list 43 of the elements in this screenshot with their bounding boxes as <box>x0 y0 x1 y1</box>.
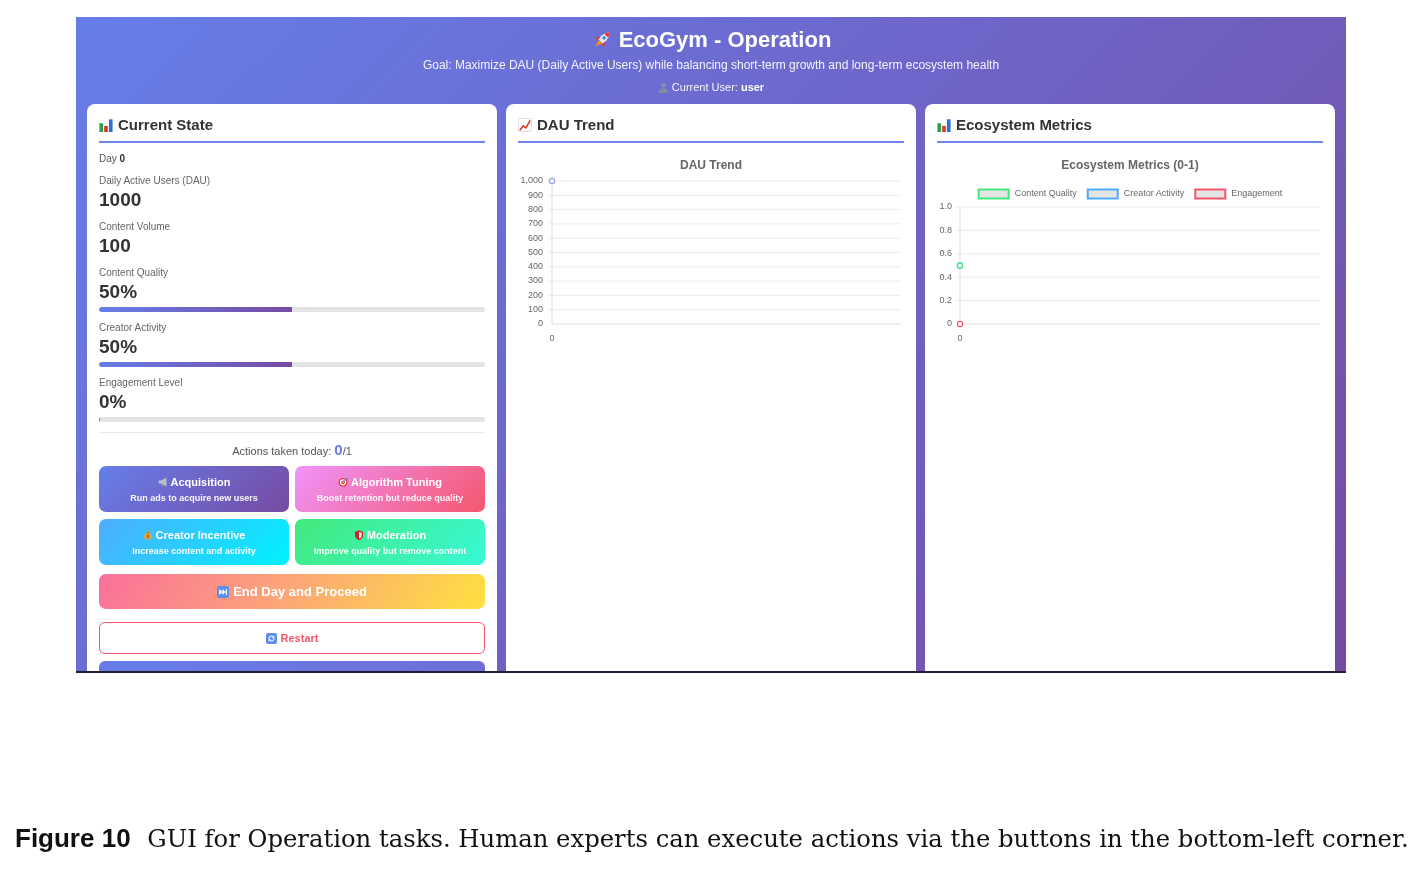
axis-tick-label: 0.8 <box>939 224 952 235</box>
axis-tick-label: 700 <box>527 218 543 229</box>
panel-title: Current State <box>118 116 214 134</box>
metric-value: 0% <box>99 391 127 413</box>
axis-tick-label: 0.2 <box>939 295 952 305</box>
panel-title: Ecosystem Metrics <box>956 116 1092 134</box>
metric-value: 50% <box>99 336 138 358</box>
axis-tick-label: 1.0 <box>939 201 952 212</box>
metric-label: Content Volume <box>99 220 171 233</box>
actions-counter-text: Actions taken today: 0/1 <box>232 441 352 460</box>
chart-title: DAU Trend <box>680 158 742 173</box>
axis-tick-label: 900 <box>527 189 543 200</box>
axis-tick-label: 100 <box>527 304 543 315</box>
axis-tick-label: 0.4 <box>939 271 952 282</box>
axis-tick-label: 500 <box>527 246 543 257</box>
axis-tick-label: 1,000 <box>520 175 543 186</box>
goal-text: Goal: Maximize DAU (Daily Active Users) while balancing short-term growth and long-term ecosystem health <box>422 57 1000 73</box>
axis-tick-label: 0 <box>947 318 952 329</box>
axis-tick-label: 0.6 <box>939 248 952 259</box>
metric-label: Engagement Level <box>99 376 183 389</box>
axis-tick-label: 0 <box>538 318 543 329</box>
legend-label: Engagement <box>1231 188 1283 199</box>
chart-title: Ecosystem Metrics (0-1) <box>1061 158 1199 173</box>
metric-label: Creator Activity <box>99 321 167 334</box>
app-title: EcoGym - Operation <box>618 27 832 53</box>
figure-caption: Figure 10 GUI for Operation tasks. Human experts can execute actions via the buttons in the bottom-left corner. <box>15 823 1409 854</box>
axis-tick-label: 400 <box>527 261 543 272</box>
metric-value: 100 <box>99 235 131 257</box>
axis-tick-label: 0 <box>957 333 963 344</box>
current-user-text: Current User: user <box>671 80 765 94</box>
metric-value: 50% <box>99 281 138 303</box>
panel-title: DAU Trend <box>537 116 615 134</box>
day-label: Day 0 <box>99 152 126 165</box>
legend-label: Creator Activity <box>1123 188 1185 199</box>
legend-label: Content Quality <box>1014 188 1077 199</box>
metric-label: Content Quality <box>99 266 168 279</box>
axis-tick-label: 800 <box>527 204 543 214</box>
metric-label: Daily Active Users (DAU) <box>99 174 211 187</box>
axis-tick-label: 200 <box>527 289 543 300</box>
axis-tick-label: 600 <box>527 232 543 243</box>
metric-value: 1000 <box>99 189 142 211</box>
axis-tick-label: 0 <box>549 333 555 344</box>
axis-tick-label: 300 <box>527 275 543 286</box>
